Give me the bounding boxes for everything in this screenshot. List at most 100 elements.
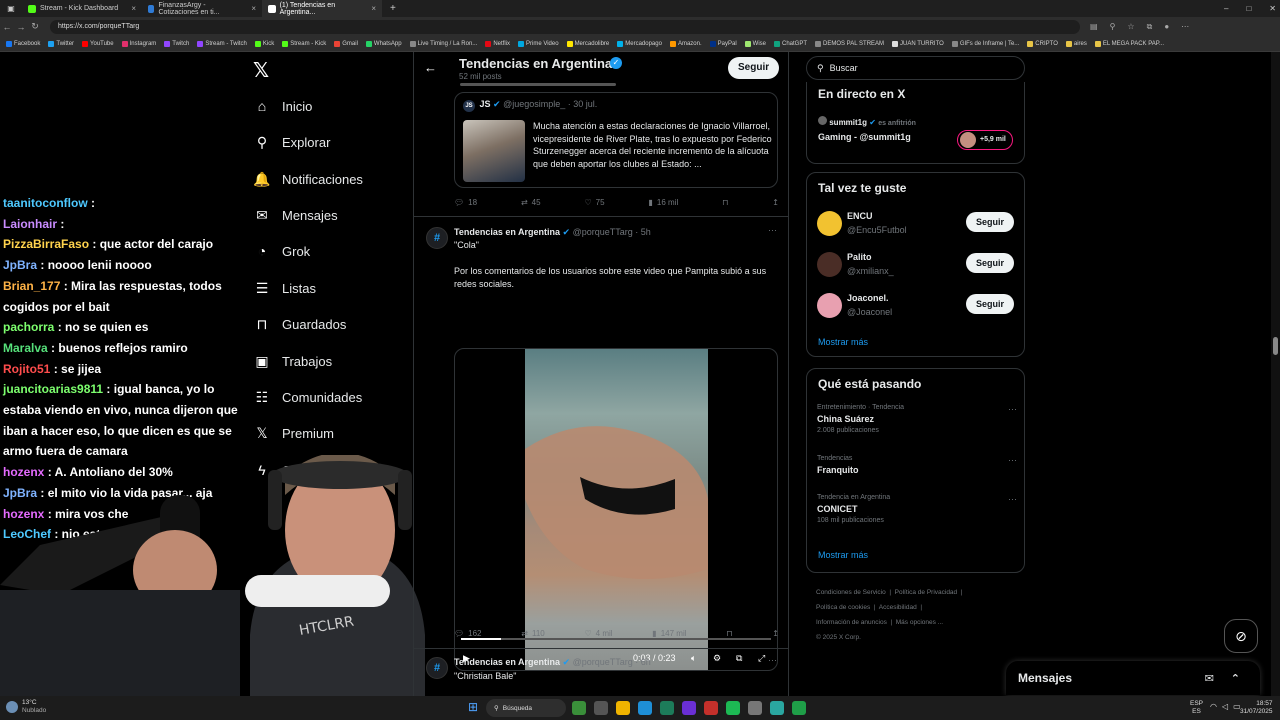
footer-link[interactable]: Política de cookies: [816, 604, 870, 611]
bookmark-item[interactable]: Gmail: [334, 40, 358, 47]
back-arrow-icon[interactable]: ←: [424, 60, 437, 75]
app-icon[interactable]: [770, 701, 784, 715]
reload-icon[interactable]: ↻: [28, 21, 42, 32]
browser-tab-1[interactable]: Stream - Kick Dashboard ×: [22, 0, 142, 17]
follow-button[interactable]: Seguir: [966, 212, 1015, 232]
bookmark-item[interactable]: PayPal: [709, 40, 737, 47]
post-author[interactable]: Tendencias en Argentina ✔ @porqueTTarg ·…: [454, 227, 651, 238]
chat-username[interactable]: Rojito51: [3, 362, 50, 376]
bookmark-item[interactable]: Mercadolibre: [566, 40, 609, 47]
nav-item-explorar[interactable]: ⚲ Explorar: [254, 134, 331, 150]
volume-icon[interactable]: ◁: [1222, 702, 1228, 711]
profile-icon[interactable]: ●: [1164, 22, 1169, 32]
show-more-link[interactable]: Mostrar más: [818, 550, 868, 560]
suggested-user[interactable]: Joaconel. @Joaconel Seguir: [817, 290, 1017, 320]
bookmark-item[interactable]: Instagram: [121, 40, 156, 47]
suggested-user[interactable]: Palito @xmilianx_ Seguir: [817, 249, 1017, 279]
bookmark-item[interactable]: Amazon.: [669, 40, 702, 47]
more-options-icon[interactable]: ···: [1008, 455, 1017, 465]
bookmark-item[interactable]: ChatGPT: [774, 40, 807, 47]
chat-username[interactable]: JpBra: [3, 258, 37, 272]
bookmark-icon[interactable]: ⊓: [726, 629, 732, 638]
nav-item-notificaciones[interactable]: 🔔 Notificaciones: [253, 171, 363, 187]
nav-item-trabajos[interactable]: ▣ Trabajos: [254, 353, 332, 369]
chat-username[interactable]: PizzaBirraFaso: [3, 237, 89, 251]
like-button[interactable]: ♡ 4 mil: [584, 629, 612, 638]
nav-item-listas[interactable]: ☰ Listas: [254, 280, 316, 296]
chat-username[interactable]: pachorra: [3, 320, 54, 334]
forward-icon[interactable]: →: [14, 22, 28, 32]
bookmark-item[interactable]: Mercadopago: [617, 40, 662, 47]
bookmark-item[interactable]: Facebook: [6, 40, 40, 47]
chat-username[interactable]: Maralva: [3, 341, 48, 355]
follow-button[interactable]: Seguir: [728, 57, 780, 79]
footer-link[interactable]: Más opciones ...: [896, 619, 943, 626]
app-icon[interactable]: [572, 701, 586, 715]
expand-icon[interactable]: ⌃: [1231, 672, 1240, 685]
browser-tab-2[interactable]: FinanzasArgy - Cotizaciones en ti... ×: [142, 0, 262, 17]
suggested-user[interactable]: ENCU @Encu5Futbol Seguir: [817, 208, 1017, 238]
bookmark-item[interactable]: Prime Video: [517, 40, 559, 47]
nav-item-mensajes[interactable]: ✉ Mensajes: [254, 207, 338, 223]
nav-item-grok[interactable]: ◔ Grok: [254, 243, 310, 259]
bookmark-item[interactable]: EL MEGA PACK PAP...: [1094, 40, 1164, 47]
live-host[interactable]: summit1g ✔ es anfitrión: [818, 116, 916, 127]
repost-button[interactable]: ⇄ 110: [521, 629, 544, 638]
video-frame[interactable]: [525, 349, 708, 670]
share-icon[interactable]: ↥: [772, 629, 779, 638]
avatar[interactable]: [817, 293, 842, 318]
nav-item-premium[interactable]: 𝕏 Premium: [254, 425, 334, 441]
views-button[interactable]: ▮ 147 mil: [652, 629, 686, 638]
more-options-icon[interactable]: ···: [1008, 494, 1017, 504]
wifi-icon[interactable]: ◠: [1210, 702, 1217, 711]
like-button[interactable]: ♡ 75: [584, 198, 604, 207]
folder-icon[interactable]: [616, 701, 630, 715]
footer-link[interactable]: Información de anuncios: [816, 619, 887, 626]
bookmark-item[interactable]: JUAN TURRITO: [892, 40, 944, 47]
favorite-icon[interactable]: ☆: [1127, 22, 1134, 32]
app-icon[interactable]: [682, 701, 696, 715]
new-message-icon[interactable]: ✉: [1205, 672, 1214, 685]
more-options-icon[interactable]: ···: [768, 655, 777, 665]
taskbar-search[interactable]: ⚲ Búsqueda: [486, 699, 566, 717]
excel-icon[interactable]: [792, 701, 806, 715]
avatar[interactable]: #: [426, 227, 448, 249]
footer-link[interactable]: Política de Privacidad: [895, 589, 958, 596]
minimize-icon[interactable]: –: [1224, 0, 1228, 17]
live-viewers-badge[interactable]: +5,9 mil: [957, 130, 1013, 150]
bookmark-item[interactable]: aires: [1065, 40, 1087, 47]
tab-menu-icon[interactable]: ▣: [0, 4, 22, 13]
quoted-post[interactable]: JS JS ✔ @juegosimple_ · 30 jul. Mucha at…: [454, 92, 778, 188]
bookmark-item[interactable]: Stream - Kick: [282, 40, 326, 47]
bookmark-item[interactable]: Live Timing / La Ron...: [409, 40, 477, 47]
trend-item[interactable]: Tendencias Franquito ···: [817, 455, 1017, 495]
post-author[interactable]: Tendencias en Argentina ✔ @porqueTTarg ·…: [454, 657, 651, 668]
language-indicator[interactable]: ESP ES: [1190, 700, 1203, 716]
browser-tab-3[interactable]: (1) Tendencias en Argentina... ×: [262, 0, 382, 17]
avatar[interactable]: #: [426, 657, 448, 679]
bookmark-item[interactable]: WhatsApp: [365, 40, 402, 47]
reply-button[interactable]: 💬︎ 162: [454, 629, 482, 638]
url-field[interactable]: https://x.com/porqueTTarg: [50, 19, 1080, 34]
windows-start-icon[interactable]: ⊞: [468, 700, 478, 714]
quote-image[interactable]: [463, 120, 525, 182]
bookmark-item[interactable]: GIFs de Inframe | Te...: [951, 40, 1019, 47]
avatar[interactable]: [817, 211, 842, 236]
trend-item[interactable]: Entretenimiento · Tendencia China Suárez 2…: [817, 404, 1017, 444]
bookmark-item[interactable]: Kick: [254, 40, 274, 47]
video-progress-bar[interactable]: [461, 638, 771, 640]
scroll-thumb[interactable]: [1273, 337, 1278, 355]
more-options-icon[interactable]: ···: [1008, 404, 1017, 414]
follow-button[interactable]: Seguir: [966, 253, 1015, 273]
bookmark-item[interactable]: Twitch: [164, 40, 189, 47]
chat-username[interactable]: juancitoarias9811: [3, 382, 103, 396]
app-icon[interactable]: [594, 701, 608, 715]
weather-widget[interactable]: 13°C Nublado: [6, 699, 46, 715]
menu-icon[interactable]: ⋯: [1181, 22, 1189, 32]
extensions-icon[interactable]: ⧉: [1147, 22, 1153, 32]
app-icon[interactable]: [660, 701, 674, 715]
x-logo-icon[interactable]: 𝕏: [253, 58, 269, 83]
chat-username[interactable]: Brian_177: [3, 279, 60, 293]
messages-drawer[interactable]: Mensajes ✉ ⌃: [1006, 661, 1260, 695]
chat-username[interactable]: taanitoconflow: [3, 196, 88, 210]
